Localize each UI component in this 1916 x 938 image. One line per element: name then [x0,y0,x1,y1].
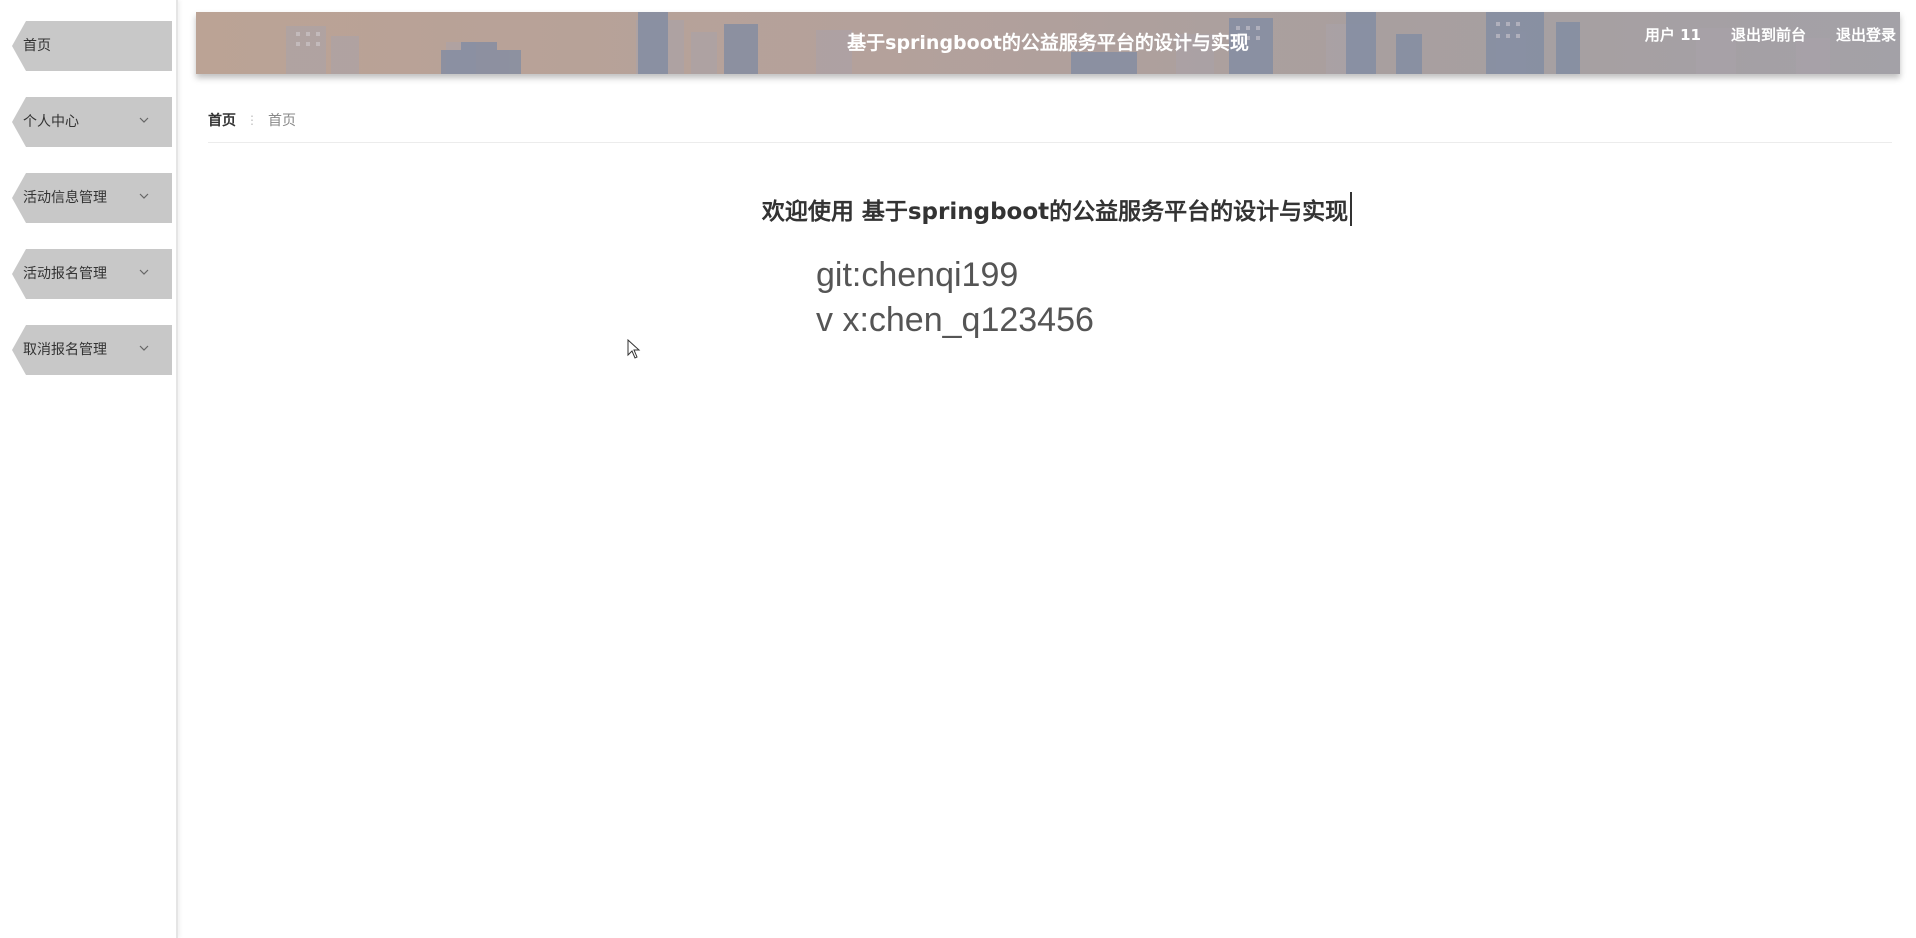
breadcrumb-separator: ⋮ [246,113,258,127]
breadcrumb: 首页 ⋮ 首页 [208,110,296,130]
sidebar-item-home[interactable]: 首页 [8,17,176,75]
sidebar-item-activity-signup[interactable]: 活动报名管理 [8,245,176,303]
sidebar-item-label: 个人中心 [23,114,79,130]
welcome-section: 欢迎使用 基于springboot的公益服务平台的设计与实现 [208,192,1916,226]
back-to-front-link[interactable]: 退出到前台 [1731,24,1806,45]
logout-link[interactable]: 退出登录 [1836,24,1896,45]
breadcrumb-current: 首页 [268,113,296,129]
sidebar-item-cancel-signup[interactable]: 取消报名管理 [8,321,176,379]
breadcrumb-home-link[interactable]: 首页 [208,110,236,130]
header-links: 用户 11 退出到前台 退出登录 [1645,24,1896,45]
mouse-cursor-icon [627,339,641,359]
sidebar-item-personal-center[interactable]: 个人中心 [8,93,176,151]
welcome-heading: 欢迎使用 基于springboot的公益服务平台的设计与实现 [762,192,1353,226]
chevron-down-icon [139,269,149,275]
contact-info: git:chenqi199 v x:chen_q123456 [816,253,1094,343]
sidebar-item-label: 取消报名管理 [23,342,107,358]
sidebar-item-activity-info[interactable]: 活动信息管理 [8,169,176,227]
breadcrumb-divider [208,142,1892,143]
sidebar-item-label: 活动报名管理 [23,266,107,282]
chevron-down-icon [139,117,149,123]
chevron-down-icon [139,193,149,199]
top-header: 基于springboot的公益服务平台的设计与实现 用户 11 退出到前台 退出… [196,12,1900,74]
chevron-down-icon [139,345,149,351]
contact-line-wechat: v x:chen_q123456 [816,301,1094,339]
sidebar-item-label: 活动信息管理 [23,190,107,206]
contact-line-git: git:chenqi199 [816,256,1019,294]
sidebar-item-label: 首页 [23,38,51,54]
user-label[interactable]: 用户 11 [1645,24,1701,45]
sidebar: 首页 个人中心 活动信息管理 活动报名管理 取消报名管理 [0,0,178,938]
